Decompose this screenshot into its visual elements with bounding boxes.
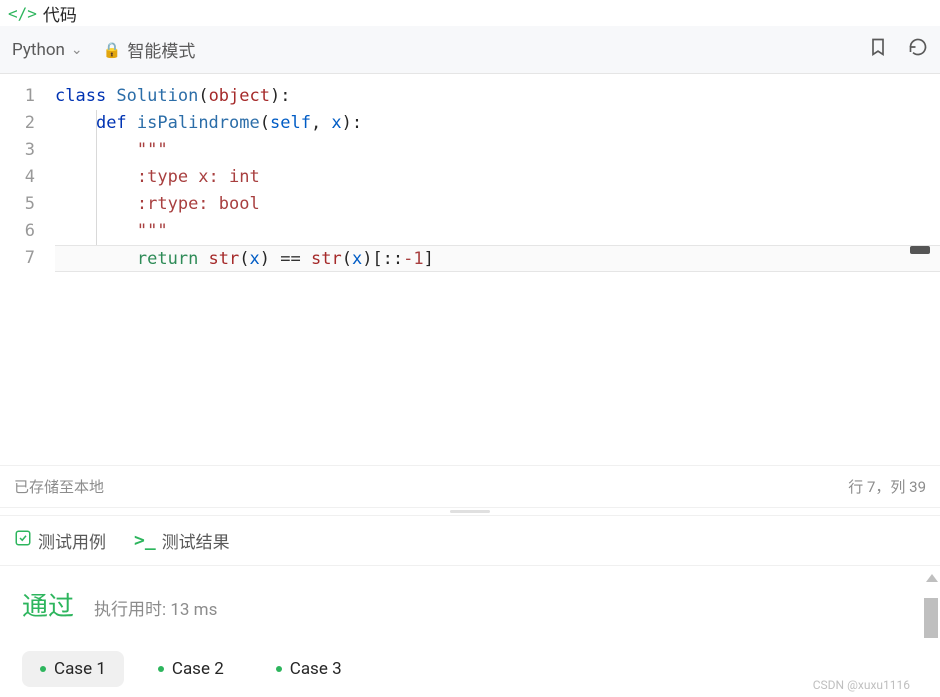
status-bar: 已存储至本地 行 7，列 39 (0, 465, 940, 507)
cursor-indicator (910, 246, 930, 254)
result-status: 通过 (22, 586, 74, 623)
code-line: :rtype: bool (55, 191, 940, 218)
watermark: CSDN @xuxu1116 (813, 678, 910, 692)
drag-indicator (450, 510, 490, 513)
language-selector[interactable]: Python ⌄ (12, 40, 83, 60)
terminal-icon: >_ (134, 530, 156, 551)
toolbar-right (868, 37, 928, 62)
code-line: """ (55, 137, 940, 164)
case-tab-2[interactable]: Case 2 (140, 651, 242, 687)
line-gutter: 1 2 3 4 5 6 7 (0, 74, 55, 465)
tab-testcase[interactable]: 测试用例 (14, 528, 106, 553)
line-number: 6 (0, 218, 35, 245)
code-line: :type x: int (55, 164, 940, 191)
status-dot-icon (40, 666, 46, 672)
tab-result-label: 测试结果 (162, 528, 230, 553)
reset-icon[interactable] (908, 37, 928, 62)
lock-icon: 🔒 (103, 41, 122, 59)
code-content[interactable]: class Solution(object): def isPalindrome… (55, 74, 940, 465)
code-editor[interactable]: 1 2 3 4 5 6 7 class Solution(object): de… (0, 74, 940, 465)
line-number: 1 (0, 83, 35, 110)
panel-resize-handle[interactable] (0, 507, 940, 515)
header-title: 代码 (43, 1, 77, 26)
check-icon (14, 529, 32, 552)
cases-row: Case 1 Case 2 Case 3 (22, 651, 918, 687)
scroll-up-icon (926, 574, 938, 592)
case-label: Case 1 (54, 659, 106, 679)
line-number: 3 (0, 137, 35, 164)
mode-label: 智能模式 (127, 37, 195, 62)
header-tab: </> 代码 (0, 0, 940, 26)
editor-toolbar: Python ⌄ 🔒 智能模式 (0, 26, 940, 74)
line-number: 2 (0, 110, 35, 137)
result-scrollbar[interactable] (924, 574, 938, 697)
case-label: Case 2 (172, 659, 224, 679)
language-label: Python (12, 40, 65, 60)
line-number: 4 (0, 164, 35, 191)
bookmark-icon[interactable] (868, 37, 888, 62)
line-number: 5 (0, 191, 35, 218)
result-panel: 通过 执行用时: 13 ms Case 1 Case 2 Case 3 (0, 565, 940, 697)
cursor-position: 行 7，列 39 (848, 476, 926, 497)
bottom-tabs: 测试用例 >_ 测试结果 (0, 515, 940, 565)
code-line-active: return str(x) == str(x)[::-1] (55, 245, 940, 272)
status-dot-icon (276, 666, 282, 672)
result-header: 通过 执行用时: 13 ms (22, 586, 918, 623)
case-tab-3[interactable]: Case 3 (258, 651, 360, 687)
line-number: 7 (0, 245, 35, 272)
save-status: 已存储至本地 (14, 476, 104, 497)
scroll-thumb[interactable] (924, 598, 938, 638)
case-label: Case 3 (290, 659, 342, 679)
case-tab-1[interactable]: Case 1 (22, 651, 124, 687)
status-dot-icon (158, 666, 164, 672)
code-line: """ (55, 218, 940, 245)
tab-result[interactable]: >_ 测试结果 (134, 528, 230, 553)
code-line: def isPalindrome(self, x): (55, 110, 940, 137)
code-icon: </> (8, 4, 37, 23)
chevron-down-icon: ⌄ (71, 42, 83, 58)
code-line: class Solution(object): (55, 83, 940, 110)
runtime-label: 执行用时: 13 ms (94, 595, 217, 620)
tab-testcase-label: 测试用例 (38, 528, 106, 553)
